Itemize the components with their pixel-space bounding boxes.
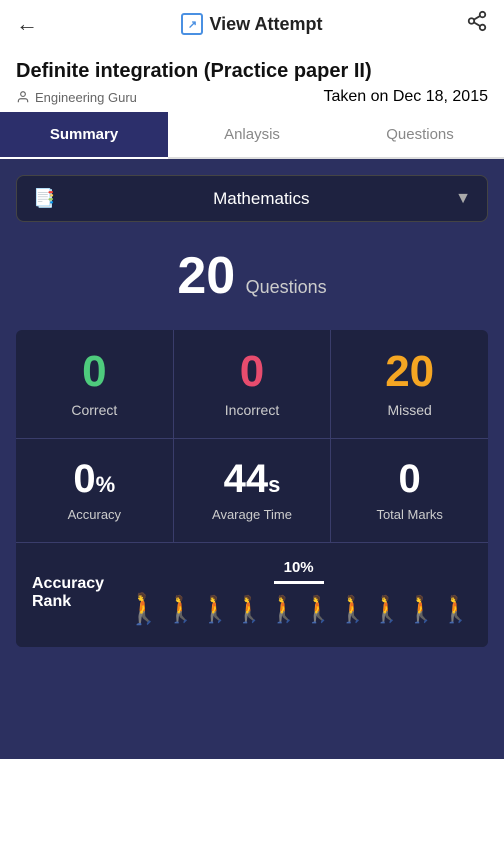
person-figure-2: 🚶 [165, 594, 197, 625]
stats-grid: 0 Correct 0 Incorrect 20 Missed 0% Accur… [16, 330, 488, 647]
tab-summary-label: Summary [50, 126, 118, 143]
title-meta: Engineering Guru Taken on Dec 18, 2015 [16, 88, 488, 106]
tab-questions-label: Questions [386, 126, 454, 143]
stats-top-row: 0 Correct 0 Incorrect 20 Missed [16, 330, 488, 439]
chevron-down-icon: ▼ [455, 190, 471, 208]
share-button[interactable] [466, 10, 488, 38]
tab-analysis-label: Anlaysis [224, 126, 280, 143]
header: ← ↗ View Attempt [0, 0, 504, 48]
accuracy-value-container: 0% [73, 459, 115, 499]
back-button[interactable]: ← [16, 11, 38, 37]
accuracy-rank-section: Accuracy Rank 10% 🚶 🚶 🚶 🚶 � [16, 542, 488, 647]
person-figure-6: 🚶 [302, 594, 334, 625]
total-marks-label: Total Marks [376, 507, 442, 522]
avg-time-label: Avarage Time [212, 507, 292, 522]
stats-bottom-row: 0% Accuracy 44s Avarage Time 0 Total Mar… [16, 439, 488, 542]
main-content: 📑 Mathematics ▼ 20 Questions 0 Correct 0… [0, 159, 504, 759]
rank-content-row: Accuracy Rank 10% 🚶 🚶 🚶 🚶 � [32, 559, 472, 627]
accuracy-rank-label: Accuracy Rank [32, 575, 104, 610]
total-marks-number: 0 [399, 457, 421, 501]
rank-visual: 10% 🚶 🚶 🚶 🚶 🚶 🚶 🚶 🚶 🚶 [125, 559, 472, 627]
subject-dropdown[interactable]: 📑 Mathematics ▼ [16, 175, 488, 222]
view-attempt-icon: ↗ [181, 13, 203, 35]
stat-avg-time: 44s Avarage Time [174, 439, 332, 542]
author-info: Engineering Guru [16, 90, 137, 105]
header-title-area: ↗ View Attempt [181, 13, 322, 35]
stat-incorrect: 0 Incorrect [174, 330, 332, 438]
page-title: Definite integration (Practice paper II) [16, 58, 488, 84]
avg-time-unit: s [268, 472, 280, 497]
header-title: View Attempt [209, 14, 322, 35]
author-name: Engineering Guru [35, 90, 137, 105]
person-figure-9: 🚶 [405, 594, 437, 625]
stat-accuracy: 0% Accuracy [16, 439, 174, 542]
incorrect-value: 0 [240, 350, 264, 394]
accuracy-number: 0 [73, 457, 95, 501]
person-figure-5: 🚶 [268, 594, 300, 625]
stat-total-marks: 0 Total Marks [331, 439, 488, 542]
tab-summary[interactable]: Summary [0, 112, 168, 157]
person-figure-4: 🚶 [233, 594, 265, 625]
date-label: Taken on Dec 18, 2015 [323, 88, 488, 106]
rank-indicator-bar [274, 581, 324, 584]
rank-figures-row: 🚶 🚶 🚶 🚶 🚶 🚶 🚶 🚶 🚶 🚶 [125, 592, 472, 627]
stat-missed: 20 Missed [331, 330, 488, 438]
avg-time-value-container: 44s [224, 459, 281, 499]
rank-percent-container: 10% [284, 559, 314, 577]
questions-number: 20 [177, 247, 235, 305]
subject-name: Mathematics [67, 189, 455, 209]
accuracy-unit: % [96, 472, 116, 497]
accuracy-rank-label-container: Accuracy Rank [32, 575, 113, 611]
correct-label: Correct [71, 402, 117, 418]
missed-label: Missed [388, 402, 432, 418]
tab-analysis[interactable]: Anlaysis [168, 112, 336, 157]
accuracy-label: Accuracy [68, 507, 121, 522]
stat-correct: 0 Correct [16, 330, 174, 438]
questions-label: Questions [246, 277, 327, 297]
person-figure-7: 🚶 [337, 594, 369, 625]
correct-value: 0 [82, 350, 106, 394]
total-marks-value-container: 0 [399, 459, 421, 499]
avg-time-number: 44 [224, 457, 269, 501]
title-section: Definite integration (Practice paper II)… [0, 48, 504, 112]
person-figure-3: 🚶 [199, 594, 231, 625]
person-figure-8: 🚶 [371, 594, 403, 625]
incorrect-label: Incorrect [225, 402, 279, 418]
tab-questions[interactable]: Questions [336, 112, 504, 157]
person-figure-10: 🚶 [440, 594, 472, 625]
tab-bar: Summary Anlaysis Questions [0, 112, 504, 159]
person-figure-highlight: 🚶 [125, 592, 162, 627]
questions-count: 20 Questions [16, 246, 488, 306]
missed-value: 20 [385, 350, 434, 394]
rank-percent: 10% [284, 559, 314, 576]
book-icon: 📑 [33, 188, 55, 209]
